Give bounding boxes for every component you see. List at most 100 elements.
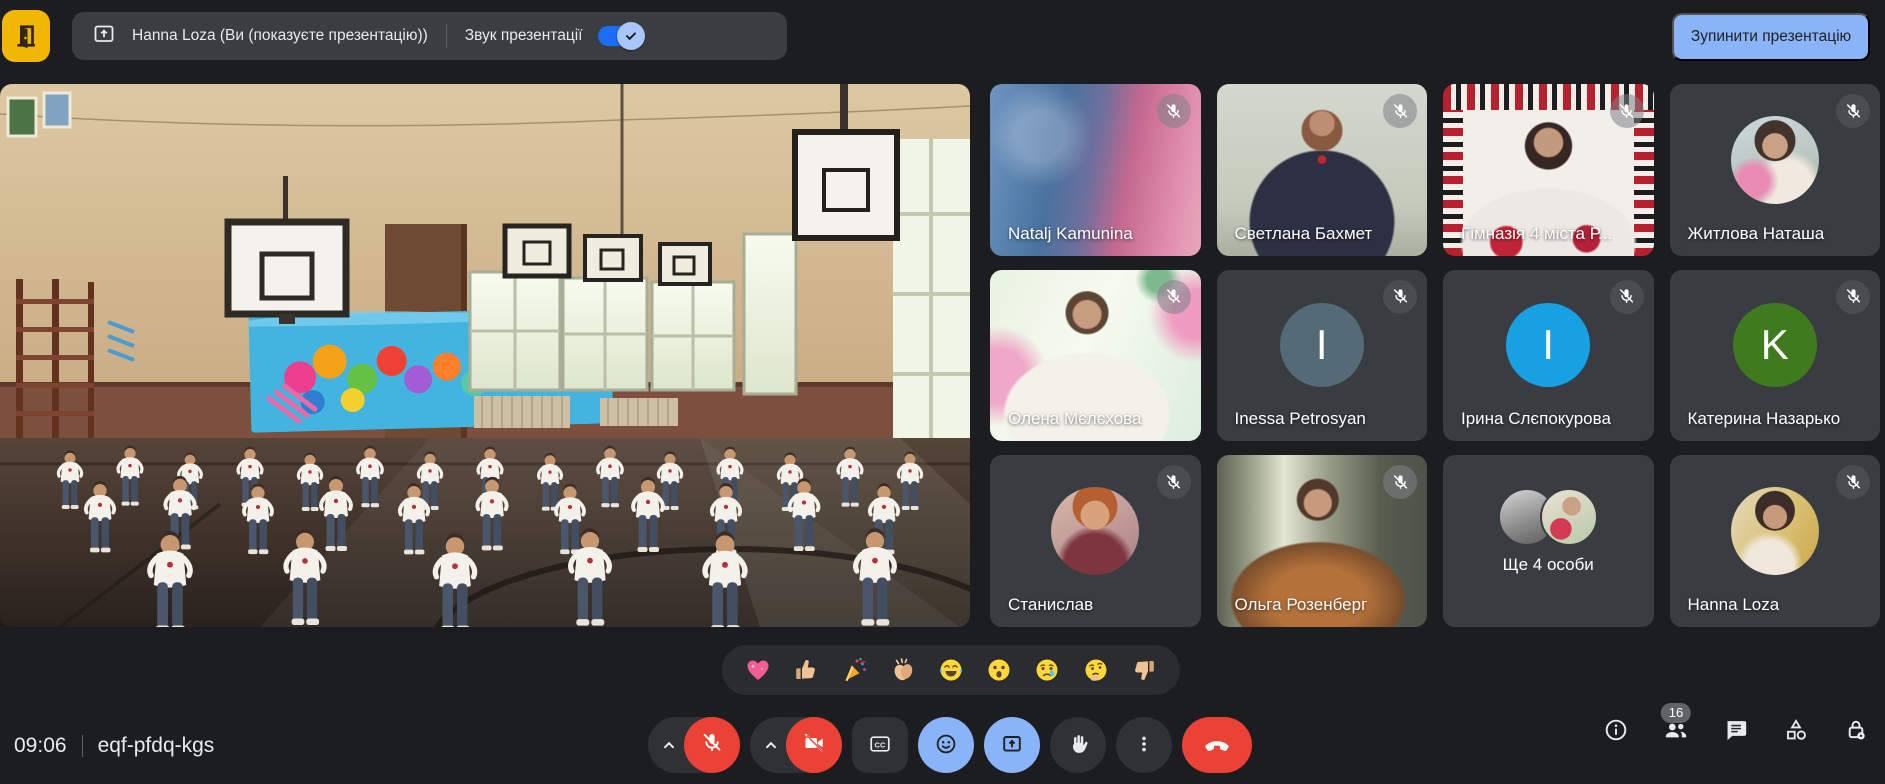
participant-name: Inessa Petrosyan bbox=[1235, 409, 1366, 429]
meeting-code: eqf-pfdq-kgs bbox=[98, 734, 215, 758]
participant-count-badge: 16 bbox=[1661, 703, 1691, 723]
camera-options-chevron-icon[interactable] bbox=[759, 733, 783, 762]
group-avatars bbox=[1498, 488, 1598, 546]
leave-call-button[interactable] bbox=[1182, 717, 1252, 773]
reaction-clapping-hands[interactable] bbox=[887, 654, 919, 686]
participant-tile[interactable]: K Катерина Назарько bbox=[1670, 270, 1881, 442]
camera-off-icon bbox=[786, 717, 842, 773]
participant-tile[interactable]: Светлана Бахмет bbox=[1217, 84, 1428, 256]
lock-icon bbox=[1843, 717, 1869, 748]
participant-tile[interactable]: I Ірина Слєпокурова bbox=[1443, 270, 1654, 442]
shared-presentation-stage[interactable] bbox=[0, 84, 970, 627]
presentation-sound-label: Звук презентації bbox=[465, 27, 583, 45]
meeting-info: 09:06 eqf-pfdq-kgs bbox=[14, 734, 214, 758]
captions-button[interactable]: CC bbox=[852, 717, 908, 773]
mic-muted-icon bbox=[1610, 280, 1644, 314]
mic-muted-icon bbox=[1610, 94, 1644, 128]
mic-muted-icon bbox=[1383, 280, 1417, 314]
reaction-surprised-face[interactable] bbox=[983, 654, 1015, 686]
participant-tile[interactable]: Станислав bbox=[990, 455, 1201, 627]
cc-icon: CC bbox=[868, 732, 892, 759]
chat-button[interactable] bbox=[1723, 719, 1749, 745]
divider bbox=[446, 24, 447, 48]
participant-tile[interactable]: Ольга Розенберг bbox=[1217, 455, 1428, 627]
presenter-status-label: Hanna Loza (Ви (показуєте презентацію)) bbox=[132, 27, 428, 45]
call-end-icon bbox=[1203, 730, 1231, 761]
present-button[interactable] bbox=[984, 717, 1040, 773]
camera-button[interactable] bbox=[750, 717, 842, 773]
app-door-icon[interactable] bbox=[2, 10, 50, 62]
letter-avatar: I bbox=[1506, 303, 1590, 387]
more-vert-icon bbox=[1132, 732, 1156, 759]
participant-tile[interactable]: I Inessa Petrosyan bbox=[1217, 270, 1428, 442]
activities-icon bbox=[1783, 717, 1809, 748]
stop-presentation-button[interactable]: Зупинити презентацію bbox=[1672, 13, 1870, 61]
participant-tile[interactable]: Hanna Loza bbox=[1670, 455, 1881, 627]
present-box-icon bbox=[92, 22, 116, 51]
microphone-button[interactable] bbox=[648, 717, 740, 773]
reactions-bar bbox=[722, 645, 1180, 695]
mic-options-chevron-icon[interactable] bbox=[657, 733, 681, 762]
participant-name: Ще 4 особи bbox=[1443, 555, 1654, 575]
mic-muted-icon bbox=[1836, 465, 1870, 499]
people-button[interactable]: 16 bbox=[1663, 719, 1689, 745]
participant-name: Светлана Бахмет bbox=[1235, 224, 1373, 244]
host-controls-button[interactable] bbox=[1843, 719, 1869, 745]
door-icon bbox=[11, 21, 41, 51]
meeting-details-button[interactable] bbox=[1603, 719, 1629, 745]
participant-tile[interactable]: Ще 4 особи bbox=[1443, 455, 1654, 627]
reaction-thinking-face[interactable] bbox=[1080, 654, 1112, 686]
raise-hand-button[interactable] bbox=[1050, 717, 1106, 773]
participant-name: Гімназія 4 міста Р... bbox=[1461, 224, 1612, 244]
participant-tile[interactable]: Natalj Kamunina bbox=[990, 84, 1201, 256]
participant-name: Hanna Loza bbox=[1688, 595, 1780, 615]
participant-avatar bbox=[1731, 116, 1819, 204]
mic-muted-icon bbox=[1157, 465, 1191, 499]
letter-avatar: K bbox=[1733, 303, 1817, 387]
panel-controls: 16 bbox=[1603, 719, 1869, 745]
present-icon bbox=[1000, 732, 1024, 759]
participant-tile[interactable]: Олена Мєлєхова bbox=[990, 270, 1201, 442]
hand-icon bbox=[1066, 732, 1090, 759]
toggle-check-icon bbox=[617, 22, 645, 50]
presentation-status-bar: Hanna Loza (Ви (показуєте презентацію)) … bbox=[72, 12, 787, 60]
clock: 09:06 bbox=[14, 734, 67, 758]
divider bbox=[82, 735, 83, 757]
reactions-button[interactable] bbox=[918, 717, 974, 773]
participant-tile[interactable]: Житлова Наташа bbox=[1670, 84, 1881, 256]
participant-name: Natalj Kamunina bbox=[1008, 224, 1133, 244]
gym-scene-illustration bbox=[0, 84, 970, 627]
smiley-icon bbox=[934, 732, 958, 759]
mic-muted-icon bbox=[1836, 94, 1870, 128]
reaction-face-with-tears-of-joy[interactable] bbox=[935, 654, 967, 686]
call-controls: CC bbox=[648, 717, 1252, 773]
reaction-crying-face[interactable] bbox=[1031, 654, 1063, 686]
participant-name: Станислав bbox=[1008, 595, 1093, 615]
reaction-sparkling-heart[interactable] bbox=[742, 654, 774, 686]
participant-tile[interactable]: Гімназія 4 міста Р... bbox=[1443, 84, 1654, 256]
participant-grid: Natalj Kamunina Светлана Бахмет Гімназія 4… bbox=[990, 84, 1880, 627]
mic-muted-icon bbox=[1383, 465, 1417, 499]
svg-text:CC: CC bbox=[875, 740, 886, 749]
participant-name: Ірина Слєпокурова bbox=[1461, 409, 1611, 429]
participant-name: Олена Мєлєхова bbox=[1008, 409, 1141, 429]
reaction-thumbs-down[interactable] bbox=[1128, 654, 1160, 686]
reaction-party-popper[interactable] bbox=[839, 654, 871, 686]
participant-name: Катерина Назарько bbox=[1688, 409, 1841, 429]
participant-avatar bbox=[1731, 487, 1819, 575]
mic-muted-icon bbox=[1383, 94, 1417, 128]
participant-name: Житлова Наташа bbox=[1688, 224, 1825, 244]
participant-avatar bbox=[1051, 487, 1139, 575]
mic-muted-icon bbox=[1836, 280, 1870, 314]
reaction-thumbs-up[interactable] bbox=[790, 654, 822, 686]
activities-button[interactable] bbox=[1783, 719, 1809, 745]
mic-off-icon bbox=[684, 717, 740, 773]
mic-muted-icon bbox=[1157, 280, 1191, 314]
meet-window: Hanna Loza (Ви (показуєте презентацію)) … bbox=[0, 0, 1885, 784]
mic-muted-icon bbox=[1157, 94, 1191, 128]
letter-avatar: I bbox=[1280, 303, 1364, 387]
presentation-sound-toggle[interactable] bbox=[598, 25, 642, 47]
more-options-button[interactable] bbox=[1116, 717, 1172, 773]
participant-name: Ольга Розенберг bbox=[1235, 595, 1368, 615]
chat-icon bbox=[1723, 717, 1749, 748]
